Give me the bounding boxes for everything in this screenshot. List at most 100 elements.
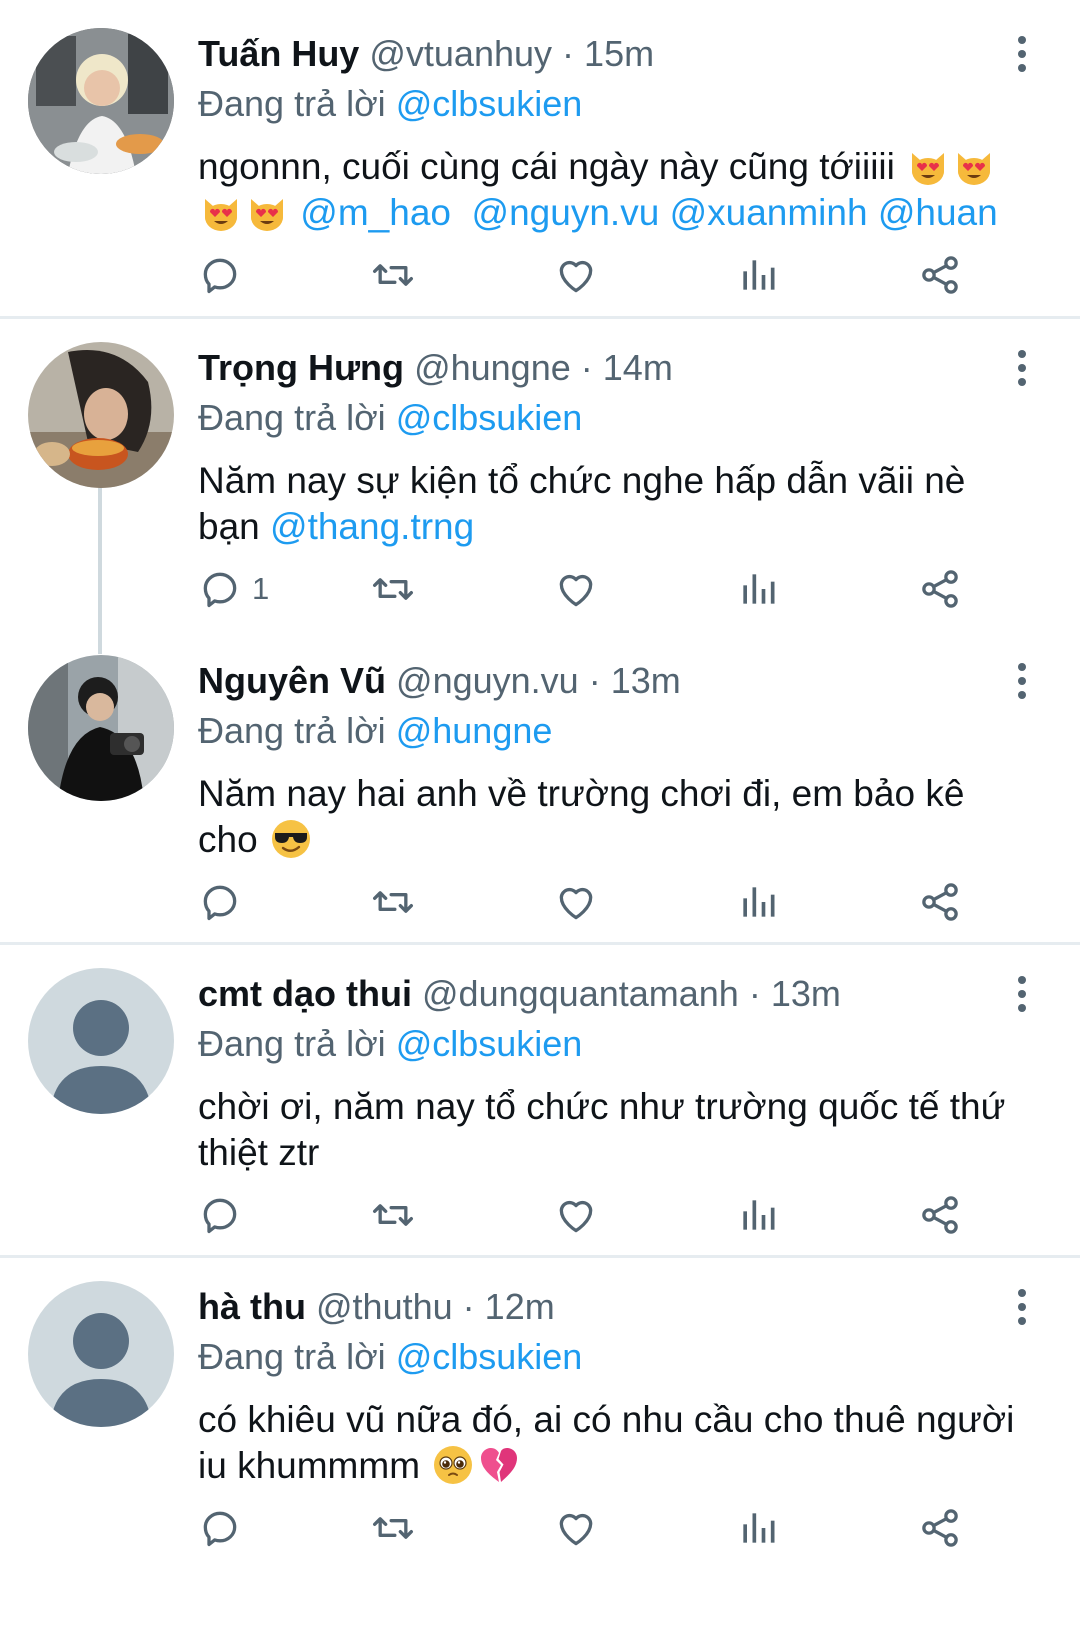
tweet-text-part: chời ơi, năm nay tổ chức như trường quốc… [198, 1086, 1016, 1173]
separator: · [748, 973, 761, 1014]
tweet-header: Trọng Hưng @hungne · 14m [198, 342, 1028, 394]
replying-to-mention[interactable]: @clbsukien [396, 1336, 583, 1377]
replying-to: Đang trả lời @clbsukien [198, 80, 1028, 128]
like-icon [554, 567, 598, 611]
sunglasses-face-emoji [270, 818, 312, 860]
tweet-text-part: ngonnn, cuối cùng cái ngày này cũng tớii… [198, 146, 906, 187]
reply-button[interactable] [198, 877, 242, 927]
timestamp[interactable]: 15m [584, 33, 654, 74]
retweet-button[interactable] [371, 1190, 415, 1240]
display-name[interactable]: cmt dạo thui [198, 973, 412, 1014]
reply-icon [198, 1193, 242, 1237]
user-handle[interactable]: @dungquantamanh [422, 973, 739, 1014]
like-button[interactable] [554, 1503, 598, 1553]
share-icon [918, 567, 962, 611]
more-options-icon[interactable] [1012, 348, 1032, 388]
pleading-face-emoji [432, 1444, 474, 1486]
timestamp[interactable]: 13m [611, 660, 681, 701]
analytics-button[interactable] [736, 1503, 780, 1553]
reply-button[interactable] [198, 1503, 242, 1553]
more-options-icon[interactable] [1012, 661, 1032, 701]
like-button[interactable] [554, 250, 598, 300]
photo-avatar-icon[interactable] [28, 28, 174, 174]
photo-avatar-icon[interactable] [28, 342, 174, 488]
share-button[interactable] [918, 250, 962, 300]
reply-button[interactable]: 1 [198, 564, 269, 614]
share-button[interactable] [918, 564, 962, 614]
heart-eyes-cat-emoji [907, 145, 949, 187]
retweet-button[interactable] [371, 250, 415, 300]
more-options-icon[interactable] [1012, 974, 1032, 1014]
replying-to: Đang trả lời @clbsukien [198, 1020, 1028, 1068]
tweet-header: Nguyên Vũ @nguyn.vu · 13m [198, 655, 1028, 707]
user-handle[interactable]: @hungne [414, 347, 571, 388]
tweet-text: Năm nay sự kiện tổ chức nghe hấp dẫn vãi… [198, 458, 1028, 550]
tweet-actions [198, 1190, 1018, 1240]
analytics-button[interactable] [736, 564, 780, 614]
tweet-header: cmt dạo thui @dungquantamanh · 13m [198, 968, 1028, 1020]
analytics-button[interactable] [736, 1190, 780, 1240]
more-options-icon[interactable] [1012, 1287, 1032, 1327]
heart-eyes-cat-emoji [246, 191, 288, 233]
timestamp[interactable]: 12m [485, 1286, 555, 1327]
display-name[interactable]: hà thu [198, 1286, 306, 1327]
display-name[interactable]: Trọng Hưng [198, 347, 404, 388]
like-button[interactable] [554, 564, 598, 614]
display-name[interactable]: Nguyên Vũ [198, 660, 386, 701]
separator: · [562, 33, 575, 74]
analytics-icon [736, 1506, 780, 1550]
replying-to-mention[interactable]: @clbsukien [396, 1023, 583, 1064]
user-handle[interactable]: @vtuanhuy [369, 33, 552, 74]
retweet-button[interactable] [371, 564, 415, 614]
mention-link[interactable]: @thang.trng [270, 506, 474, 547]
replying-to-mention[interactable]: @clbsukien [396, 83, 583, 124]
retweet-button[interactable] [371, 1503, 415, 1553]
mention-link[interactable]: @huan [878, 192, 998, 233]
default-avatar-icon[interactable] [28, 1281, 174, 1427]
share-icon [918, 880, 962, 924]
mention-link[interactable]: @xuanminh [670, 192, 868, 233]
reply-icon [198, 567, 242, 611]
photo-avatar-icon[interactable] [28, 655, 174, 801]
timestamp[interactable]: 13m [771, 973, 841, 1014]
replying-to-mention[interactable]: @clbsukien [396, 397, 583, 438]
tweet-text: ngonnn, cuối cùng cái ngày này cũng tớii… [198, 144, 1028, 236]
thread-line [98, 484, 102, 654]
retweet-icon [371, 1506, 415, 1550]
replying-label: Đang trả lời [198, 1336, 386, 1377]
display-name[interactable]: Tuấn Huy [198, 33, 359, 74]
separator: · [588, 660, 601, 701]
like-button[interactable] [554, 877, 598, 927]
mention-link[interactable]: @nguyn.vu [472, 192, 660, 233]
tweet-divider [0, 316, 1080, 319]
analytics-button[interactable] [736, 877, 780, 927]
tweet-text-part: có khiêu vũ nữa đó, ai có nhu cầu cho th… [198, 1399, 1025, 1486]
separator: · [462, 1286, 475, 1327]
analytics-button[interactable] [736, 250, 780, 300]
timestamp[interactable]: 14m [603, 347, 673, 388]
mention-link[interactable]: @m_hao [300, 192, 451, 233]
heart-eyes-cat-emoji [953, 145, 995, 187]
retweet-button[interactable] [371, 877, 415, 927]
analytics-icon [736, 253, 780, 297]
user-handle[interactable]: @thuthu [316, 1286, 453, 1327]
tweet-actions [198, 1503, 1018, 1553]
tweet-header: Tuấn Huy @vtuanhuy · 15m [198, 28, 1028, 80]
share-button[interactable] [918, 1190, 962, 1240]
reply-button[interactable] [198, 1190, 242, 1240]
like-icon [554, 253, 598, 297]
like-button[interactable] [554, 1190, 598, 1240]
separator: · [580, 347, 593, 388]
more-options-icon[interactable] [1012, 34, 1032, 74]
share-button[interactable] [918, 1503, 962, 1553]
user-handle[interactable]: @nguyn.vu [396, 660, 579, 701]
heart-eyes-cat-emoji [200, 191, 242, 233]
reply-button[interactable] [198, 250, 242, 300]
analytics-icon [736, 567, 780, 611]
like-icon [554, 1506, 598, 1550]
retweet-icon [371, 567, 415, 611]
default-avatar-icon[interactable] [28, 968, 174, 1114]
replying-to-mention[interactable]: @hungne [396, 710, 553, 751]
retweet-icon [371, 253, 415, 297]
share-button[interactable] [918, 877, 962, 927]
